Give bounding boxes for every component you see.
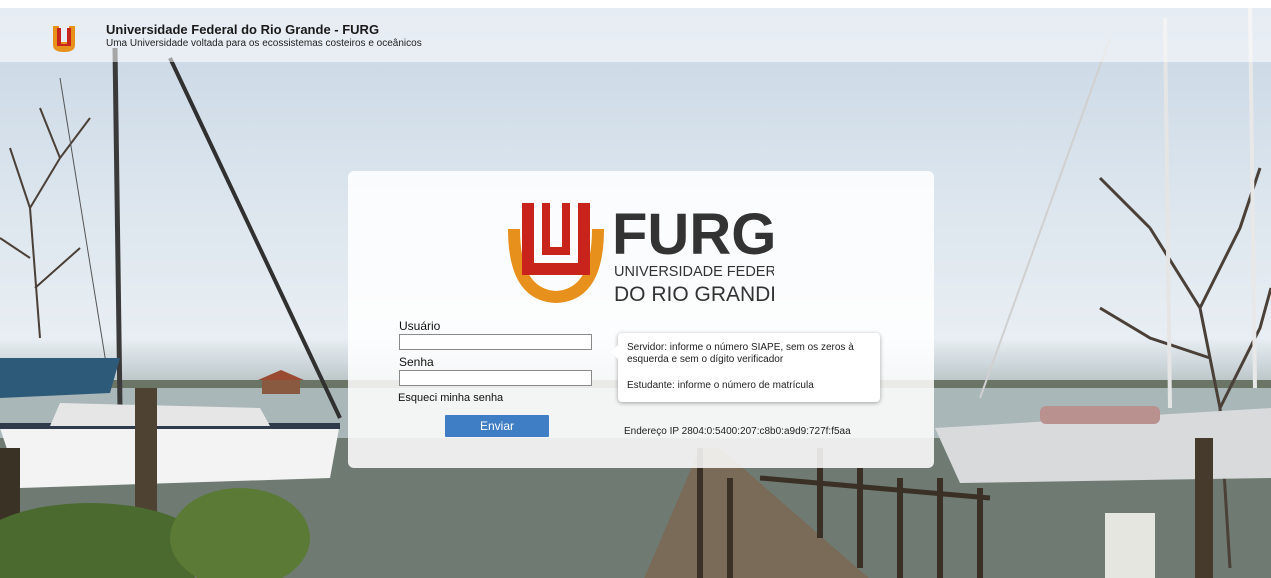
tooltip-servidor-text: Servidor: informe o número SIAPE, sem os… <box>627 342 854 365</box>
site-subtitle: Uma Universidade voltada para os ecossis… <box>106 38 422 49</box>
password-input[interactable] <box>399 370 592 386</box>
site-title: Universidade Federal do Rio Grande - FUR… <box>106 22 380 37</box>
login-panel: FURG UNIVERSIDADE FEDERAL DO RIO GRANDE … <box>348 171 934 468</box>
forgot-password-link[interactable]: Esqueci minha senha <box>398 392 503 404</box>
furg-logo: FURG UNIVERSIDADE FEDERAL DO RIO GRANDE <box>508 202 774 306</box>
logo-line1: UNIVERSIDADE FEDERAL <box>614 264 774 280</box>
username-input[interactable] <box>399 334 592 350</box>
ip-address-text: Endereço IP 2804:0:5400:207:c8b0:a9d9:72… <box>624 426 851 437</box>
login-help-tooltip: Servidor: informe o número SIAPE, sem os… <box>611 333 880 402</box>
submit-button[interactable]: Enviar <box>445 415 549 437</box>
logo-line2: DO RIO GRANDE <box>614 283 774 306</box>
furg-emblem-icon <box>508 203 604 303</box>
password-label: Senha <box>399 355 434 369</box>
username-label: Usuário <box>399 319 441 333</box>
furg-shield-logo-icon <box>53 26 75 52</box>
logo-wordmark: FURG <box>612 202 774 267</box>
site-header: Universidade Federal do Rio Grande - FUR… <box>0 8 1271 62</box>
tooltip-estudante-text: Estudante: informe o número de matrícula <box>627 380 814 391</box>
